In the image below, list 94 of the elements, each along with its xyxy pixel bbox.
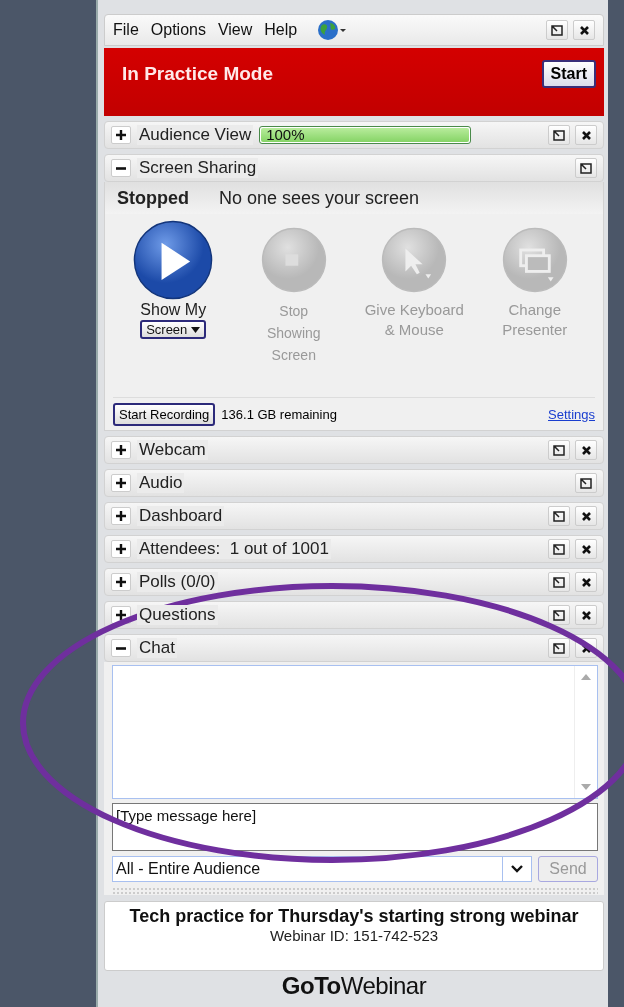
close-button[interactable] bbox=[575, 572, 597, 592]
popout-icon bbox=[553, 576, 565, 588]
minus-icon bbox=[116, 166, 126, 170]
close-button[interactable] bbox=[575, 539, 597, 559]
popout-button[interactable] bbox=[575, 158, 597, 178]
plus-icon bbox=[116, 577, 126, 587]
menu-item[interactable]: Options bbox=[150, 21, 206, 39]
expand-button[interactable] bbox=[111, 441, 131, 459]
meter-reading: 100% bbox=[266, 127, 305, 143]
section-header[interactable]: Webcam bbox=[104, 436, 604, 464]
collapse-button[interactable] bbox=[111, 159, 131, 177]
popout-button[interactable] bbox=[548, 440, 570, 460]
close-button[interactable] bbox=[573, 20, 595, 40]
start-recording-button[interactable]: Start Recording bbox=[113, 402, 216, 426]
close-button[interactable] bbox=[575, 440, 597, 460]
sharing-message: No one sees your screen bbox=[219, 187, 420, 209]
section-title: Webcam bbox=[137, 440, 208, 460]
popout-icon bbox=[553, 444, 565, 456]
section-title: Audio bbox=[137, 473, 185, 493]
popout-button[interactable] bbox=[546, 20, 568, 40]
popout-icon bbox=[553, 609, 565, 621]
popout-button[interactable] bbox=[548, 506, 570, 526]
menu-item[interactable]: Help bbox=[264, 21, 298, 39]
webinar-title: Tech practice for Thursday's starting strong webinar bbox=[128, 906, 580, 927]
show-screen-button[interactable]: Show My Screen bbox=[113, 220, 234, 397]
action-label: Give Keyboard & Mouse bbox=[364, 300, 465, 340]
plus-icon bbox=[116, 544, 126, 554]
section-title: Chat bbox=[137, 638, 177, 658]
close-icon bbox=[580, 444, 592, 456]
action-label: Show My bbox=[139, 300, 208, 320]
expand-button[interactable] bbox=[111, 507, 131, 525]
settings-link[interactable]: Settings bbox=[548, 406, 595, 422]
plus-icon bbox=[116, 511, 126, 521]
popout-button[interactable] bbox=[548, 125, 570, 145]
screen-dropdown[interactable]: Screen bbox=[140, 320, 207, 339]
close-button[interactable] bbox=[575, 506, 597, 526]
action-label: Change Presenter bbox=[501, 300, 569, 340]
popout-button[interactable] bbox=[575, 473, 597, 493]
expand-button[interactable] bbox=[111, 474, 131, 492]
plus-icon bbox=[116, 130, 126, 140]
section-header[interactable]: Dashboard bbox=[104, 502, 604, 530]
popout-button[interactable] bbox=[548, 605, 570, 625]
popout-icon bbox=[580, 162, 592, 174]
section-title: Audience View bbox=[137, 125, 254, 145]
section-title: Questions bbox=[137, 605, 218, 625]
chevron-down-icon bbox=[511, 865, 523, 873]
minus-icon bbox=[116, 646, 126, 650]
expand-button[interactable] bbox=[111, 540, 131, 558]
product-logo: GoToWebinar bbox=[281, 973, 427, 999]
popout-button[interactable] bbox=[548, 638, 570, 658]
caret-icon bbox=[191, 326, 201, 333]
section-title: Screen Sharing bbox=[137, 158, 259, 178]
close-button[interactable] bbox=[575, 605, 597, 625]
close-button[interactable] bbox=[575, 125, 597, 145]
expand-button[interactable] bbox=[111, 573, 131, 591]
section-header[interactable]: Polls (0/0) bbox=[104, 568, 604, 596]
popout-button[interactable] bbox=[548, 572, 570, 592]
popout-icon bbox=[553, 510, 565, 522]
popout-icon bbox=[553, 642, 565, 654]
close-icon bbox=[578, 24, 590, 36]
section-header[interactable]: Audience View 100% bbox=[104, 121, 604, 149]
menu-item[interactable]: File bbox=[113, 21, 139, 39]
globe-icon[interactable] bbox=[317, 19, 348, 41]
popout-button[interactable] bbox=[548, 539, 570, 559]
recipient-dropdown[interactable]: All - Entire Audience bbox=[112, 856, 532, 882]
close-icon bbox=[580, 576, 592, 588]
close-icon bbox=[580, 129, 592, 141]
popout-icon bbox=[553, 129, 565, 141]
start-button[interactable]: Start bbox=[541, 60, 596, 88]
webinar-id: Webinar ID: 151-742-523 bbox=[268, 927, 440, 944]
close-icon bbox=[580, 543, 592, 555]
popout-icon bbox=[580, 477, 592, 489]
action-label: Stop Showing Screen bbox=[265, 302, 322, 365]
sharing-status: Stopped bbox=[117, 187, 189, 209]
section-header[interactable]: Chat bbox=[104, 634, 604, 662]
section-title: Dashboard bbox=[137, 506, 225, 526]
section-header[interactable]: Attendees: 1 out of 1001 bbox=[104, 535, 604, 563]
close-icon bbox=[580, 609, 592, 621]
collapse-button[interactable] bbox=[111, 639, 131, 657]
close-icon bbox=[580, 510, 592, 522]
section-title: Attendees: 1 out of 1001 bbox=[137, 539, 331, 559]
section-header[interactable]: Audio bbox=[104, 469, 604, 497]
popout-icon bbox=[551, 24, 563, 36]
menu-item[interactable]: View bbox=[217, 21, 253, 39]
plus-icon bbox=[116, 610, 126, 620]
plus-icon bbox=[116, 478, 126, 488]
section-header[interactable]: Questions bbox=[104, 601, 604, 629]
storage-remaining: 136.1 GB remaining bbox=[221, 406, 337, 422]
mode-banner-title: In Practice Mode bbox=[122, 63, 274, 85]
plus-icon bbox=[116, 445, 126, 455]
expand-button[interactable] bbox=[111, 126, 131, 144]
popout-icon bbox=[553, 543, 565, 555]
section-header[interactable]: Screen Sharing bbox=[104, 154, 604, 182]
section-title: Polls (0/0) bbox=[137, 572, 218, 592]
